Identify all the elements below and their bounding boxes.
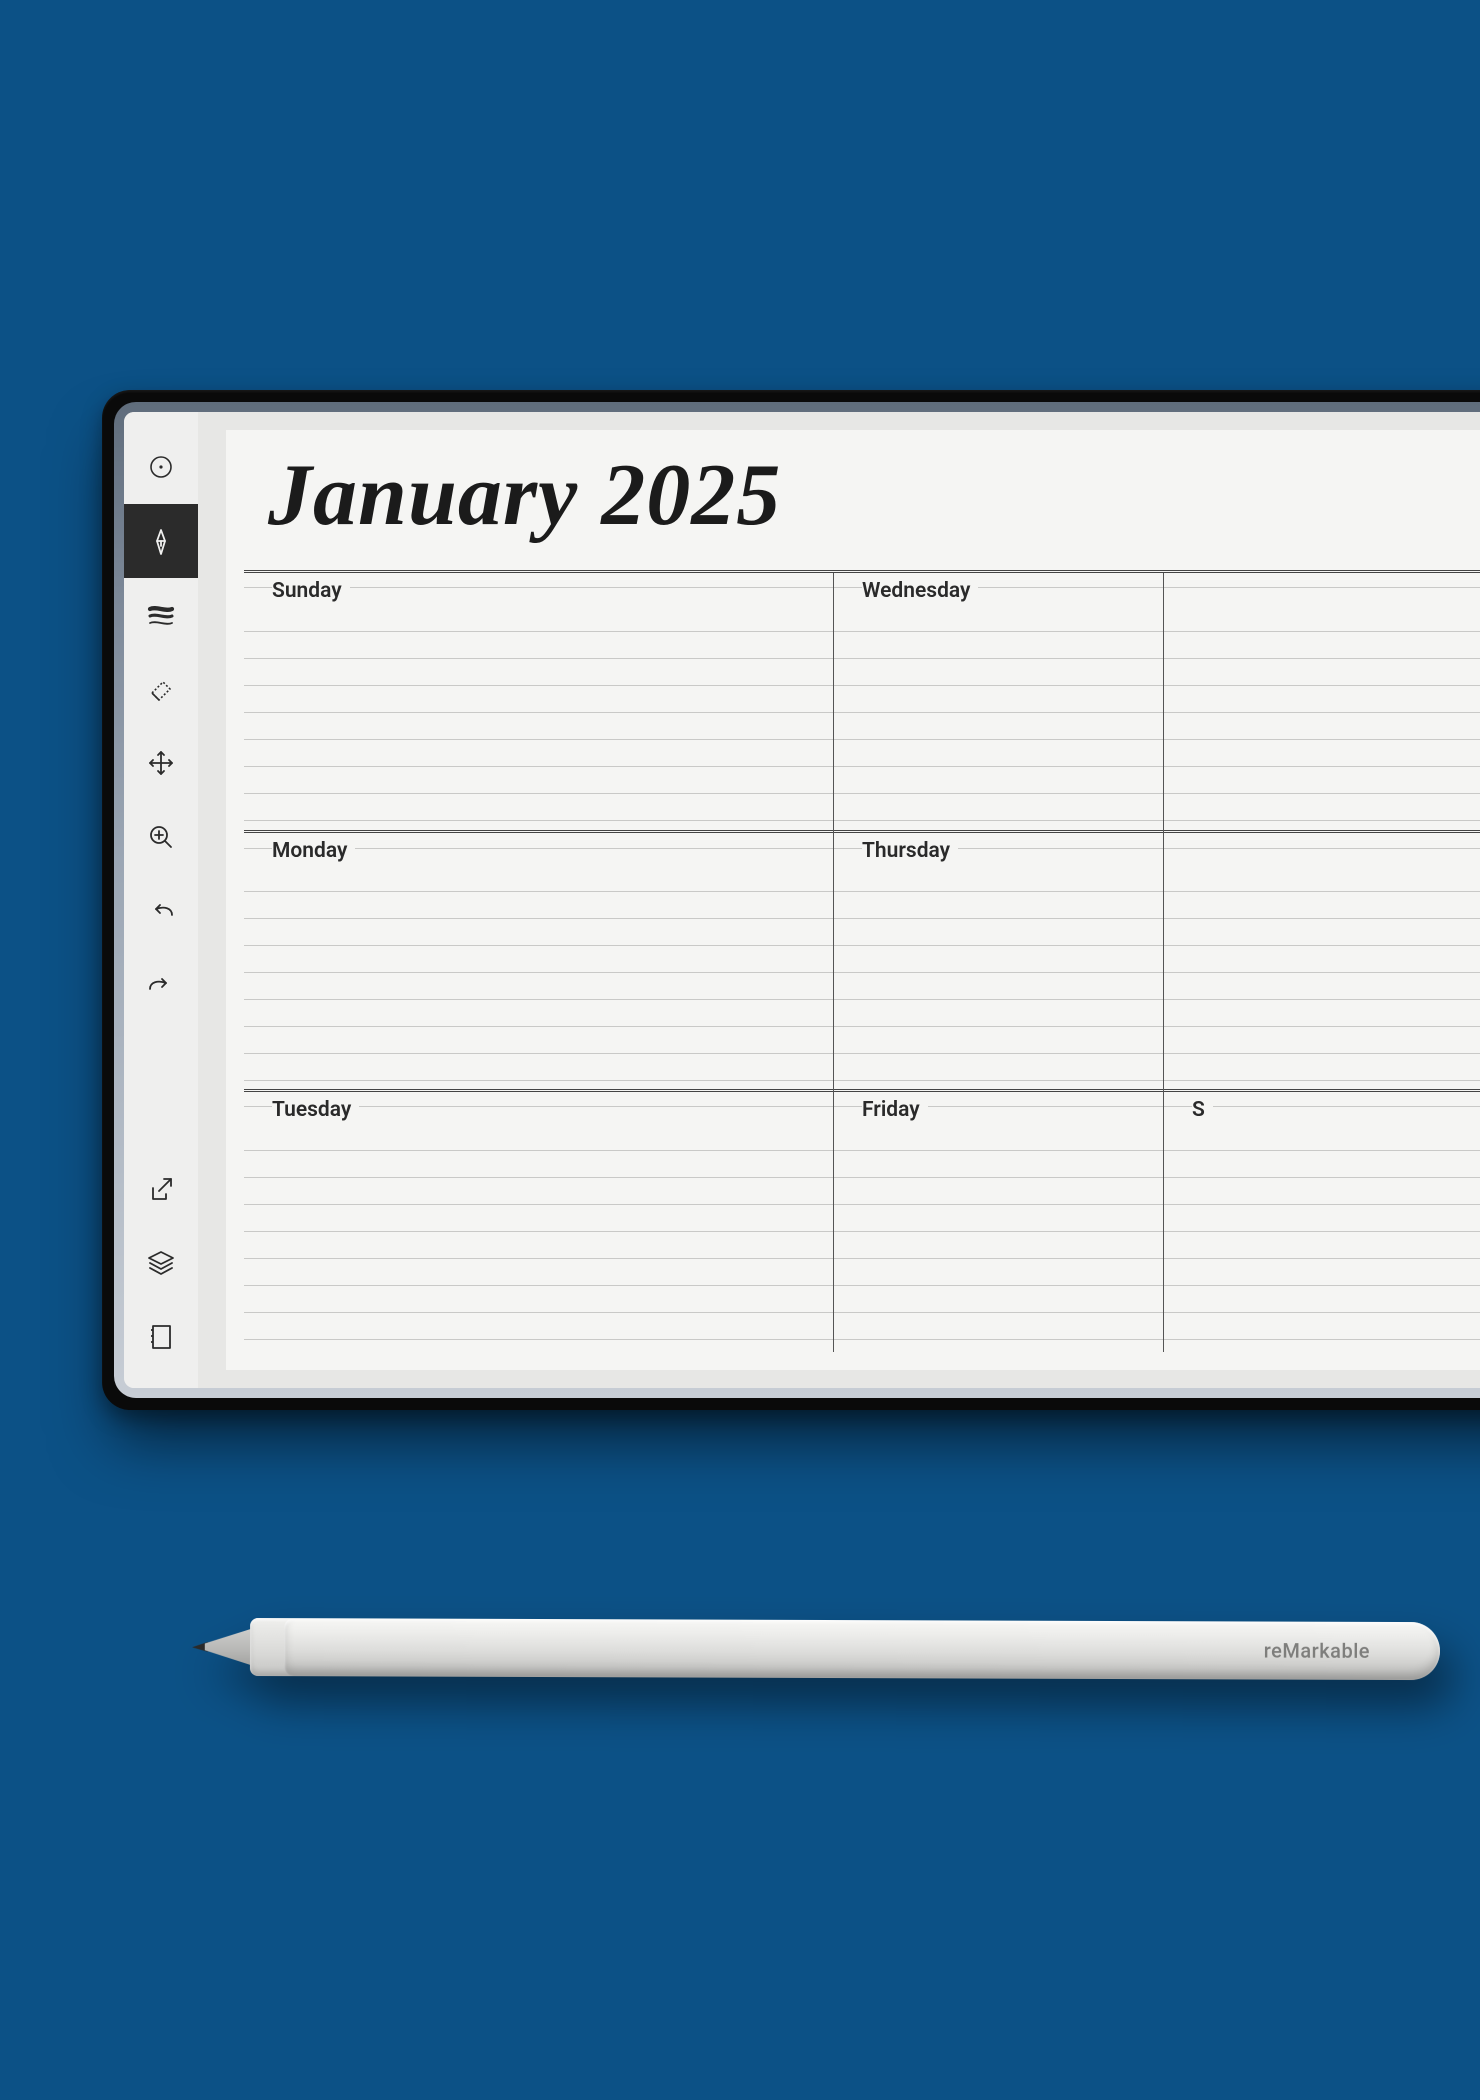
day-cell-sunday[interactable]: Sunday: [244, 573, 834, 833]
export-icon[interactable]: [124, 1152, 198, 1226]
tablet-screen: January 2025 Sunday Wednesday: [124, 412, 1480, 1388]
move-icon[interactable]: [124, 726, 198, 800]
day-label: Monday: [272, 839, 355, 863]
day-label: S: [1192, 1098, 1213, 1122]
day-label: Friday: [862, 1098, 928, 1122]
day-cell-friday[interactable]: Friday: [834, 1092, 1164, 1352]
day-cell-tuesday[interactable]: Tuesday: [244, 1092, 834, 1352]
day-cell-monday[interactable]: Monday: [244, 833, 834, 1093]
pen-icon[interactable]: [124, 504, 198, 578]
zoom-in-icon[interactable]: [124, 800, 198, 874]
day-label: Tuesday: [272, 1098, 359, 1122]
stylus-body: reMarkable: [284, 1618, 1440, 1680]
day-label: Thursday: [862, 839, 958, 863]
stroke-icon[interactable]: [124, 578, 198, 652]
day-cell-blank[interactable]: [1164, 573, 1480, 833]
page-icon[interactable]: [124, 1300, 198, 1374]
stylus-pen: reMarkable: [210, 1618, 1440, 1680]
layers-icon[interactable]: [124, 1226, 198, 1300]
day-cell-thursday[interactable]: Thursday: [834, 833, 1164, 1093]
options-icon[interactable]: [124, 430, 198, 504]
toolbar: [124, 412, 198, 1388]
page-title: January 2025: [268, 452, 1480, 540]
tablet-bezel: January 2025 Sunday Wednesday: [114, 402, 1480, 1398]
week-planner-grid: Sunday Wednesday Monday: [244, 570, 1480, 1352]
redo-icon[interactable]: [124, 948, 198, 1022]
day-label: Wednesday: [862, 579, 978, 603]
tablet-device: January 2025 Sunday Wednesday: [102, 390, 1480, 1410]
stylus-brand-label: reMarkable: [1264, 1622, 1370, 1680]
day-cell-blank[interactable]: [1164, 833, 1480, 1093]
day-cell-wednesday[interactable]: Wednesday: [834, 573, 1164, 833]
eraser-icon[interactable]: [124, 652, 198, 726]
day-cell-saturday[interactable]: S: [1164, 1092, 1480, 1352]
day-label: Sunday: [272, 579, 350, 603]
undo-icon[interactable]: [124, 874, 198, 948]
planner-page: January 2025 Sunday Wednesday: [226, 430, 1480, 1370]
